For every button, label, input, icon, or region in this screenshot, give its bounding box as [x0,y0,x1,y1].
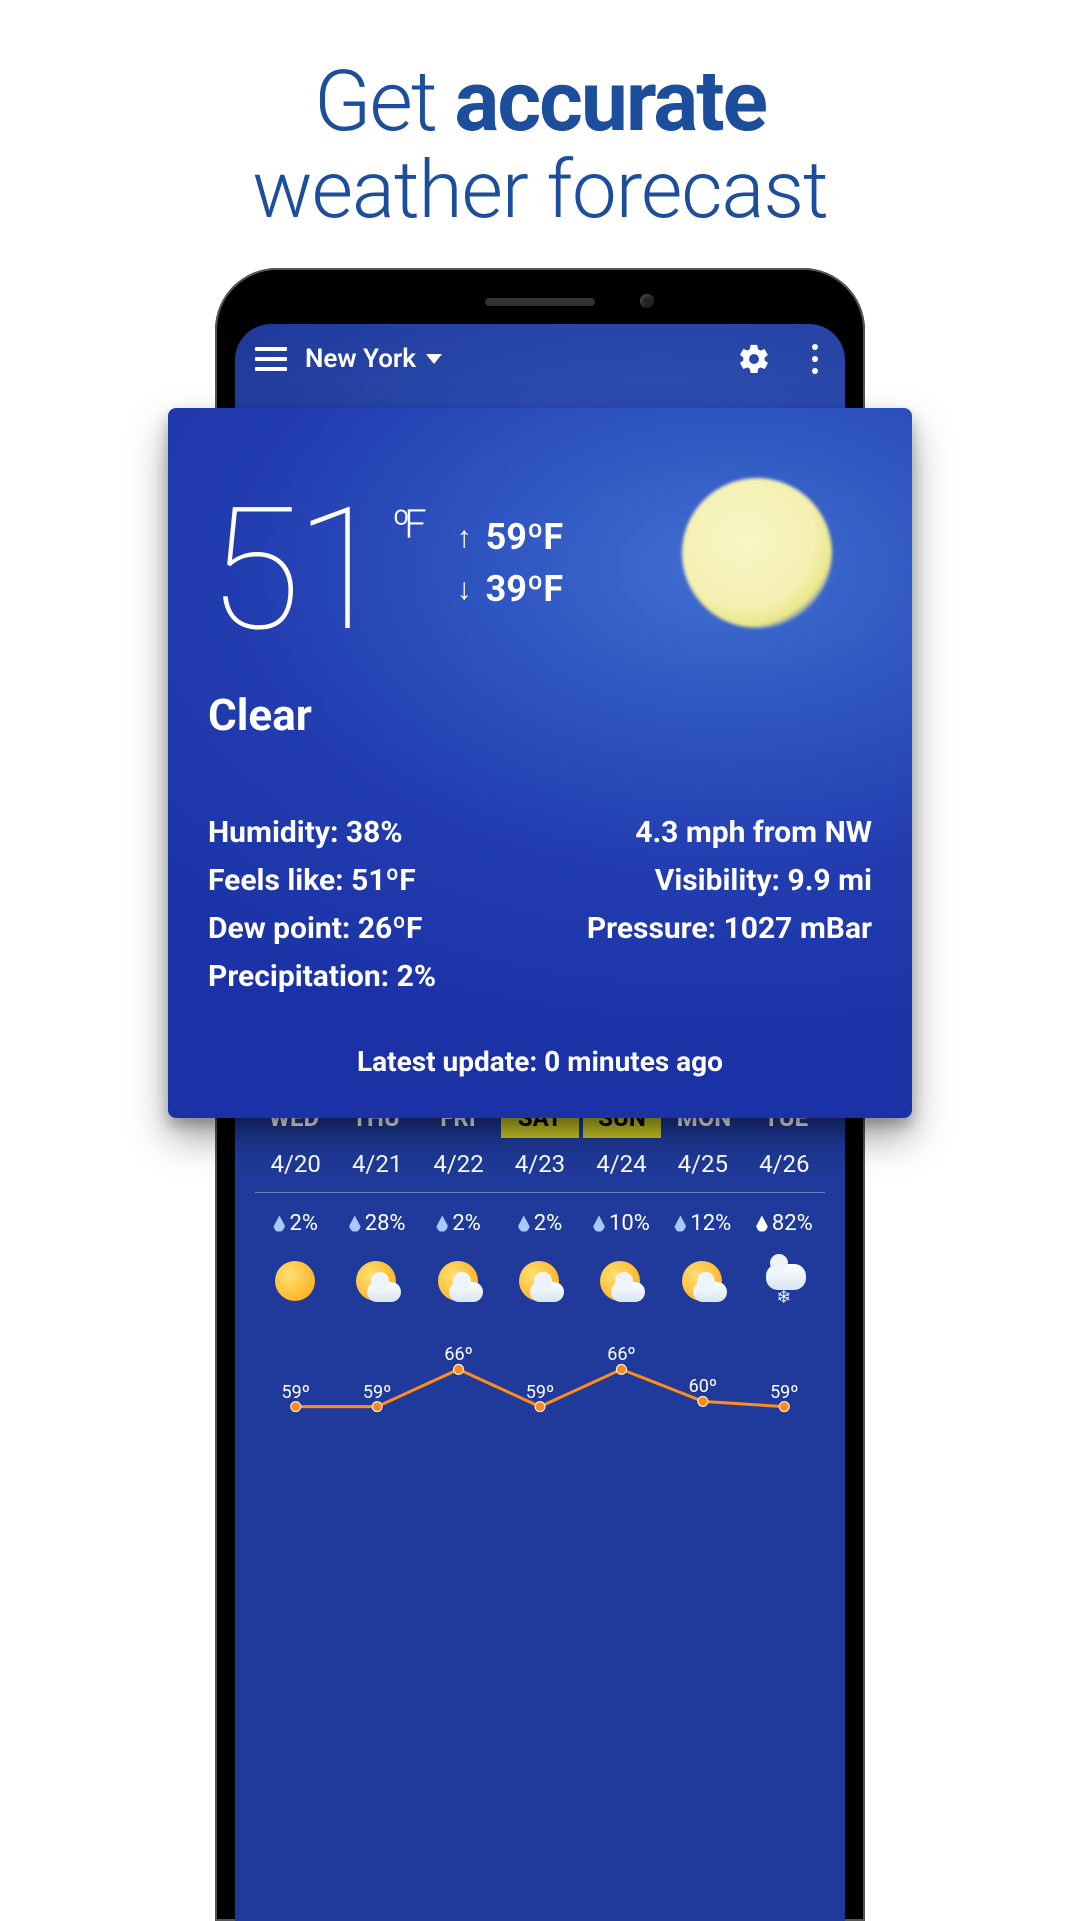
app-bar: New York [235,324,845,394]
day-precip: 10% [581,1211,662,1236]
snow-icon: ❄ [760,1258,808,1306]
pressure-value: 1027 mBar [724,911,872,946]
feelslike-value: 51ºF [351,863,416,898]
overflow-icon[interactable] [805,344,825,374]
arrow-up-icon: ↑ [457,520,472,555]
chart-point-label: 59º [281,1381,309,1402]
humidity-value: 38% [346,815,403,850]
divider [255,1192,825,1193]
current-weather-card: 51 ºF ↑ 59ºF ↓ 39ºF Clear Humidity: 38% Fe… [168,408,912,1118]
high-temp-chart: 59º 59º 66º 59º 66º 60º 59º [255,1322,825,1442]
low-temp: 39ºF [486,568,564,610]
partly-cloudy-icon [516,1258,564,1306]
day-date: 4/22 [418,1150,499,1178]
partly-cloudy-icon [435,1258,483,1306]
day-precip: 82% [744,1211,825,1236]
promo-headline: Get accurate weather forecast [0,0,1080,237]
day-date: 4/24 [581,1150,662,1178]
dropdown-icon [426,354,442,364]
day-date: 4/26 [744,1150,825,1178]
chart-point-label: 60º [689,1376,717,1397]
location-label: New York [305,344,416,374]
day-date: 4/23 [499,1150,580,1178]
moon-icon [682,478,832,628]
visibility-label: Visibility: [655,863,780,898]
humidity-label: Humidity: [208,815,338,850]
menu-icon[interactable] [255,347,287,371]
partly-cloudy-icon [353,1258,401,1306]
visibility-value: 9.9 mi [787,863,872,898]
day-date: 4/20 [255,1150,336,1178]
sun-icon [272,1258,320,1306]
location-selector[interactable]: New York [305,344,442,374]
raindrop-icon [518,1216,530,1232]
chart-point-label: 59º [770,1381,798,1402]
day-date: 4/21 [336,1150,417,1178]
high-temp: 59ºF [486,516,564,558]
condition-text: Clear [208,689,872,741]
day-precip: 2% [499,1211,580,1236]
chart-point-label: 66º [444,1344,472,1365]
precip-label: Precipitation: [208,959,389,994]
partly-cloudy-icon [679,1258,727,1306]
raindrop-icon [436,1216,448,1232]
precip-value: 2% [397,959,436,994]
settings-icon[interactable] [737,342,771,376]
day-precip: 2% [418,1211,499,1236]
promo-prefix: Get [314,52,454,151]
arrow-down-icon: ↓ [457,572,472,607]
temp-value: 51 [208,498,382,643]
dewpoint-value: 26ºF [358,911,423,946]
stats-left: Humidity: 38% Feels like: 51ºF Dew point… [208,809,436,1001]
hi-lo: ↑ 59ºF ↓ 39ºF [457,506,564,620]
raindrop-icon [349,1216,361,1232]
raindrop-icon [756,1216,768,1232]
chart-point-label: 59º [526,1381,554,1402]
day-precip: 28% [336,1211,417,1236]
current-temp: 51 ºF [208,498,421,643]
feelslike-label: Feels like: [208,863,344,898]
day-precip: 2% [255,1211,336,1236]
promo-bold: accurate [454,52,766,151]
last-update: Latest update: 0 minutes ago [208,1045,872,1078]
chart-point-label: 66º [607,1344,635,1365]
promo-subtitle: weather forecast [0,143,1080,237]
partly-cloudy-icon [597,1258,645,1306]
raindrop-icon [674,1216,686,1232]
raindrop-icon [593,1216,605,1232]
day-date: 4/25 [662,1150,743,1178]
day-precip: 12% [662,1211,743,1236]
temp-unit: ºF [392,508,421,643]
raindrop-icon [273,1216,285,1232]
pressure-label: Pressure: [587,911,716,946]
wind-value: 4.3 mph from NW [587,809,872,857]
dewpoint-label: Dew point: [208,911,350,946]
chart-point-label: 59º [363,1381,391,1402]
stats-right: 4.3 mph from NW Visibility: 9.9 mi Press… [587,809,872,1001]
